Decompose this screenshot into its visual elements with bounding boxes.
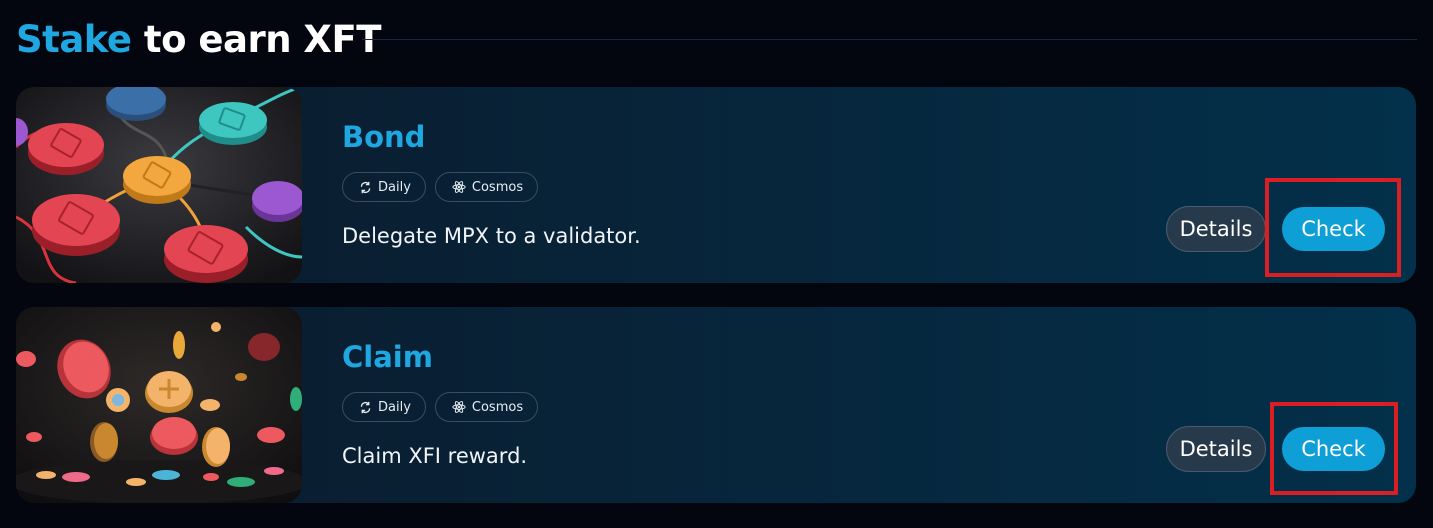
task-tags: Daily Cosmos — [342, 172, 539, 202]
details-button[interactable]: Details — [1166, 206, 1266, 252]
task-description: Claim XFI reward. — [342, 444, 528, 468]
details-button[interactable]: Details — [1166, 426, 1266, 472]
tag-label: Daily — [378, 399, 411, 415]
task-card-bond: Bond Daily Cosmos Delegate MPX to a vali… — [16, 87, 1416, 283]
cosmos-atom-icon — [452, 400, 466, 414]
tag-cosmos: Cosmos — [434, 392, 539, 422]
tag-daily: Daily — [342, 392, 426, 422]
tag-label: Cosmos — [471, 179, 524, 195]
section-heading: Stake to earn XFT — [16, 16, 381, 64]
tag-label: Cosmos — [471, 399, 524, 415]
section-title-accent: Stake — [16, 18, 132, 61]
network-nodes-image — [16, 87, 302, 283]
highlight-box — [1265, 178, 1401, 277]
falling-coins-image — [16, 307, 302, 503]
task-card-claim: Claim Daily Cosmos Claim XFI reward. Det… — [16, 307, 1416, 503]
task-title: Bond — [342, 120, 426, 154]
section-title: Stake to earn XFT — [16, 17, 381, 63]
heading-divider — [362, 39, 1417, 40]
tag-daily: Daily — [342, 172, 426, 202]
tag-cosmos: Cosmos — [434, 172, 539, 202]
task-description: Delegate MPX to a validator. — [342, 224, 641, 248]
refresh-icon — [359, 181, 372, 194]
task-tags: Daily Cosmos — [342, 392, 539, 422]
section-title-rest: to earn XFT — [131, 18, 382, 61]
cosmos-atom-icon — [452, 180, 466, 194]
highlight-box — [1270, 402, 1398, 495]
refresh-icon — [359, 401, 372, 414]
tag-label: Daily — [378, 179, 411, 195]
task-title: Claim — [342, 340, 433, 374]
